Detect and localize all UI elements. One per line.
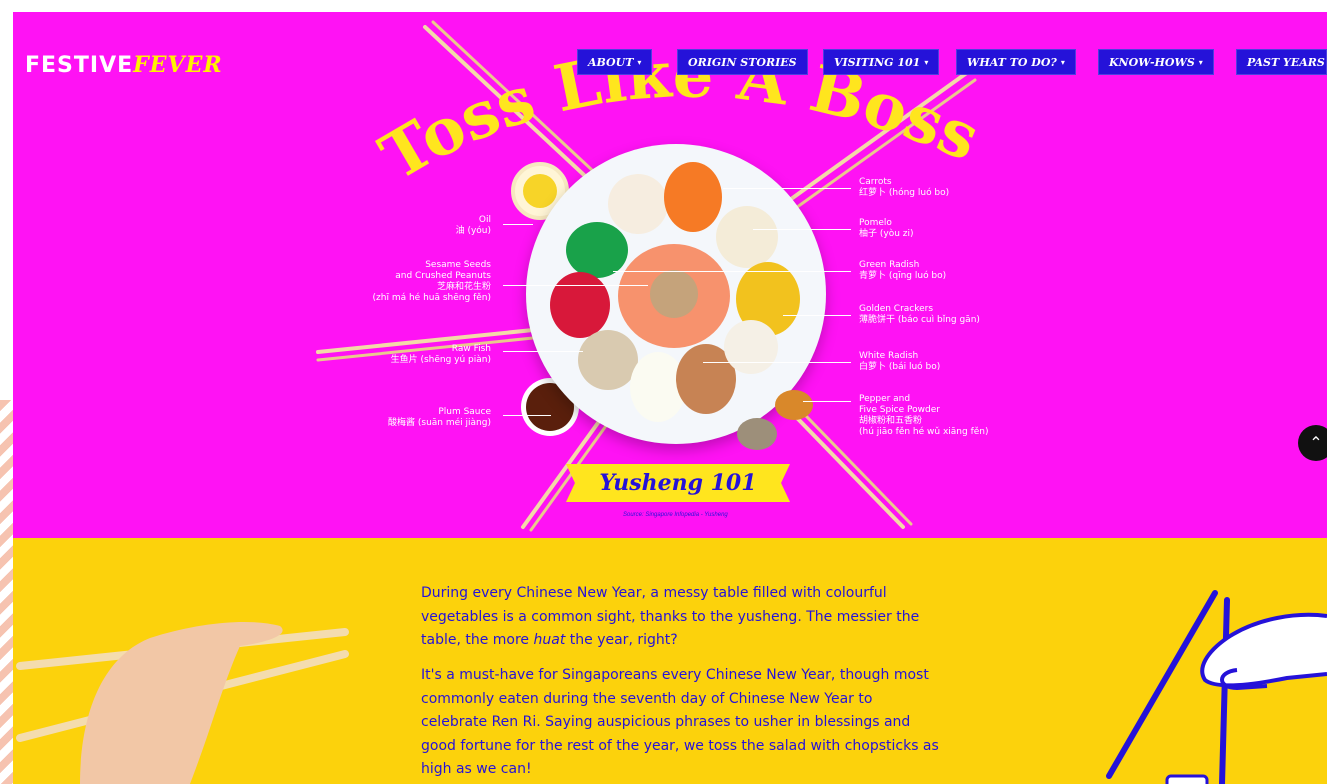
nav-know-hows[interactable]: KNOW-HOWS ▾ (1098, 49, 1214, 75)
leader-line (803, 401, 851, 402)
nav-about-label: ABOUT (588, 55, 634, 69)
leader-line (723, 188, 851, 189)
five-spice-pile (775, 390, 813, 420)
food-carrots (664, 162, 722, 232)
food-sesame (650, 270, 698, 318)
logo-festive: FESTIVE (25, 53, 134, 78)
food-pomelo (716, 206, 778, 268)
hero-section: Toss Like A Boss FESTIVEFEVER ABOUT ▾ ORI… (13, 12, 1327, 538)
nav-origin-stories[interactable]: ORIGIN STORIES (677, 49, 808, 75)
pepper-pile (737, 418, 777, 450)
nav-visiting-101-label: VISITING 101 (834, 55, 921, 69)
leader-line (503, 415, 551, 416)
intro-section: During every Chinese New Year, a messy t… (13, 538, 1327, 784)
label-pomelo: Pomelo 柚子 (yòu zi) (859, 218, 914, 239)
leader-line (503, 224, 533, 225)
leader-line (783, 315, 851, 316)
source-credit[interactable]: Source: Singapore Infopedia - Yusheng (623, 512, 728, 518)
chevron-down-icon: ▾ (637, 57, 642, 67)
label-carrots: Carrots 红萝卜 (hóng luó bo) (859, 177, 950, 198)
chevron-up-icon: ⌃ (1309, 435, 1323, 452)
nav-origin-stories-label: ORIGIN STORIES (688, 55, 797, 69)
label-plum-sauce: Plum Sauce 酸梅酱 (suān méi jiàng) (388, 407, 491, 428)
leader-line (613, 271, 851, 272)
label-golden-crackers: Golden Crackers 薄脆饼干 (báo cuì bǐng gān) (859, 304, 980, 325)
chevron-down-icon: ▾ (1198, 57, 1203, 67)
food-red-ginger (550, 272, 610, 338)
nav-past-years-label: PAST YEARS (1247, 55, 1325, 69)
food-cracker-top (608, 174, 668, 234)
leader-line (753, 229, 851, 230)
hand-chopsticks-photo (16, 622, 349, 784)
intro-paragraph-1: During every Chinese New Year, a messy t… (421, 585, 920, 648)
decorative-stripe (0, 400, 13, 784)
label-raw-fish: Raw Fish 生鱼片 (shēng yú piàn) (390, 344, 491, 365)
logo-fever: FEVER (133, 52, 223, 78)
scroll-to-top-button[interactable]: ⌃ (1298, 425, 1327, 461)
yusheng-banner: Yusheng 101 (566, 464, 790, 502)
nav-what-to-do-label: WHAT TO DO? (967, 55, 1057, 69)
nav-visiting-101[interactable]: VISITING 101 ▾ (823, 49, 940, 75)
label-pepper-five-spice: Pepper and Five Spice Powder 胡椒粉和五香粉 (hú ji… (859, 394, 989, 437)
nav-about[interactable]: ABOUT ▾ (577, 49, 653, 75)
label-sesame-seeds: Sesame Seeds and Crushed Peanuts 芝麻和花生粉 (zh… (372, 260, 491, 303)
leader-line (703, 362, 851, 363)
site-logo[interactable]: FESTIVEFEVER (25, 52, 223, 78)
leader-line (503, 285, 648, 286)
chevron-down-icon: ▾ (924, 57, 929, 67)
label-white-radish: White Radish 白萝卜 (bái luó bo) (859, 351, 941, 372)
nav-what-to-do[interactable]: WHAT TO DO? ▾ (956, 49, 1076, 75)
intro-paragraph-2: It's a must-have for Singaporeans every … (421, 667, 939, 777)
food-radish-right (724, 320, 778, 374)
food-green-radish (566, 222, 628, 278)
nav-past-years[interactable]: PAST YEARS (1236, 49, 1327, 75)
food-fish-skin (578, 330, 638, 390)
label-oil: Oil 油 (yóu) (455, 215, 491, 236)
leader-line (503, 351, 583, 352)
nav-know-hows-label: KNOW-HOWS (1109, 55, 1195, 69)
label-green-radish: Green Radish 青萝卜 (qīng luó bo) (859, 260, 947, 281)
hand-illustration (1106, 590, 1327, 784)
chevron-down-icon: ▾ (1060, 57, 1065, 67)
